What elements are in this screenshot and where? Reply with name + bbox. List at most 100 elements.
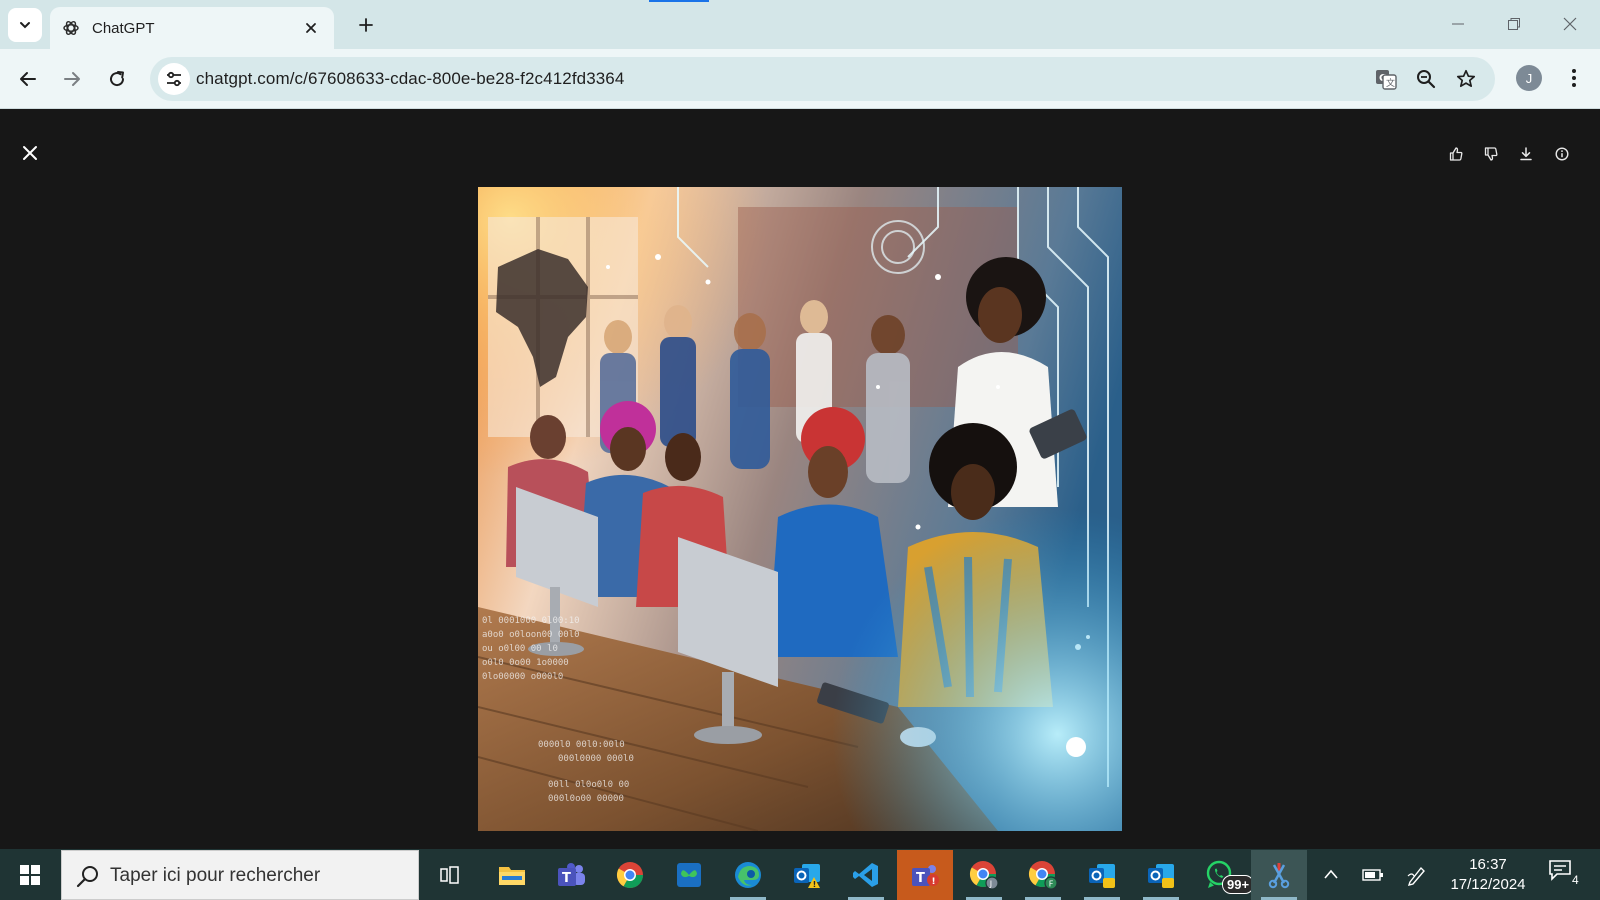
translate-icon: G文 <box>1376 70 1397 90</box>
show-hidden-icons-button[interactable] <box>1318 862 1344 888</box>
snipping-tool-icon <box>1268 863 1290 889</box>
close-icon <box>23 146 37 160</box>
chrome-icon: F <box>1028 861 1058 890</box>
thumbs-up-icon <box>1449 147 1463 161</box>
taskbar-app-outlook[interactable]: ! <box>779 850 835 900</box>
tab-search-button[interactable] <box>8 8 42 42</box>
taskbar-app-vscode[interactable] <box>838 850 894 900</box>
three-dots-icon <box>1572 69 1576 87</box>
new-tab-button[interactable] <box>352 11 380 39</box>
taskbar-app-teams[interactable]: T <box>543 850 599 900</box>
svg-text:J: J <box>989 880 992 889</box>
browser-menu-button[interactable] <box>1560 64 1588 92</box>
generated-image[interactable]: 0l 0001000 0l00:10 a0o0 o0loon00 00l0 ou… <box>478 187 1122 831</box>
vscode-icon <box>853 863 878 887</box>
reload-button[interactable] <box>101 63 133 95</box>
battery-icon <box>1362 869 1383 881</box>
reload-icon <box>110 71 125 87</box>
clock-date: 17/12/2024 <box>1450 876 1526 893</box>
notification-count: 4 <box>1570 873 1581 887</box>
taskbar-app-chrome[interactable] <box>602 850 658 900</box>
chevron-down-icon <box>20 22 30 29</box>
close-window-button[interactable] <box>1548 8 1592 40</box>
search-icon <box>76 866 98 888</box>
arrow-left-icon <box>20 72 36 86</box>
battery-button[interactable] <box>1360 862 1386 888</box>
taskbar-app-outlook-3[interactable] <box>1133 850 1189 900</box>
info-button[interactable] <box>1551 143 1573 165</box>
star-icon <box>1456 69 1476 88</box>
close-viewer-button[interactable] <box>16 139 44 167</box>
restore-icon <box>1508 18 1520 30</box>
minimize-button[interactable] <box>1436 8 1480 40</box>
restore-button[interactable] <box>1492 8 1536 40</box>
pen-icon <box>1407 866 1425 886</box>
taskbar-app-store[interactable] <box>661 850 717 900</box>
plus-icon <box>359 18 373 32</box>
system-clock[interactable]: 16:37 17/12/2024 <box>1442 855 1534 895</box>
svg-text:F: F <box>1049 880 1054 889</box>
profile-avatar[interactable]: J <box>1516 65 1542 91</box>
notification-icon <box>1549 860 1571 881</box>
pen-workspace-button[interactable] <box>1404 862 1430 888</box>
title-bar: ChatGPT <box>0 0 1600 49</box>
info-icon <box>1555 147 1569 161</box>
thumbs-down-button[interactable] <box>1480 143 1502 165</box>
site-info-button[interactable] <box>158 63 190 95</box>
outlook-icon <box>1089 864 1115 888</box>
tab-chatgpt[interactable]: ChatGPT <box>50 7 334 49</box>
taskbar-app-edge[interactable] <box>720 850 776 900</box>
zoom-out-icon <box>1417 70 1436 89</box>
url-text[interactable]: chatgpt.com/c/67608633-cdac-800e-be28-f2… <box>196 69 624 89</box>
outlook-icon: ! <box>794 864 820 889</box>
forward-button[interactable] <box>56 63 88 95</box>
search-placeholder: Taper ici pour rechercher <box>110 865 321 886</box>
download-icon <box>1520 147 1532 161</box>
bookmark-button[interactable] <box>1452 65 1480 93</box>
browser-toolbar: chatgpt.com/c/67608633-cdac-800e-be28-f2… <box>0 49 1600 109</box>
openai-logo-icon <box>62 19 80 37</box>
taskbar-app-teams-alert[interactable]: T! <box>897 850 953 900</box>
svg-text:T: T <box>562 871 571 886</box>
download-button[interactable] <box>1515 143 1537 165</box>
svg-text:文: 文 <box>1386 77 1395 89</box>
minimize-icon <box>1452 23 1464 25</box>
taskbar-app-file-explorer[interactable] <box>484 850 540 900</box>
windows-logo-icon <box>20 865 40 885</box>
taskbar-search-box[interactable]: Taper ici pour rechercher <box>61 850 419 900</box>
chrome-icon: J <box>969 861 999 890</box>
zoom-button[interactable] <box>1412 65 1440 93</box>
taskbar-app-outlook-2[interactable] <box>1074 850 1130 900</box>
svg-text:T: T <box>916 871 925 886</box>
thumbs-up-button[interactable] <box>1445 143 1467 165</box>
taskbar: Taper ici pour rechercher T ! T! J F 99+… <box>0 849 1600 900</box>
back-button[interactable] <box>12 63 44 95</box>
chrome-icon <box>616 862 644 889</box>
address-bar[interactable]: chatgpt.com/c/67608633-cdac-800e-be28-f2… <box>150 57 1495 101</box>
edge-icon <box>735 862 761 888</box>
thumbs-down-icon <box>1484 147 1498 161</box>
close-icon <box>1563 17 1577 31</box>
tab-title: ChatGPT <box>92 19 155 37</box>
image-viewer: 0l 0001000 0l00:10 a0o0 o0loon00 00l0 ou… <box>0 109 1600 849</box>
taskbar-app-whatsapp[interactable]: 99+ <box>1192 850 1255 900</box>
svg-text:!: ! <box>813 880 817 889</box>
close-icon <box>306 23 316 33</box>
translate-button[interactable]: G文 <box>1372 65 1400 93</box>
taskbar-app-chrome-profile-f[interactable]: F <box>1015 850 1071 900</box>
action-center-button[interactable]: 4 <box>1548 859 1588 891</box>
taskbar-app-chrome-profile-j[interactable]: J <box>956 850 1012 900</box>
task-view-button[interactable] <box>422 850 478 900</box>
butterfly-app-icon <box>677 863 701 887</box>
arrow-right-icon <box>64 72 80 86</box>
tab-strip-indicator <box>649 0 709 2</box>
taskbar-app-snipping-tool[interactable] <box>1251 850 1307 900</box>
start-button[interactable] <box>10 858 50 892</box>
task-view-icon <box>440 866 459 884</box>
clock-time: 16:37 <box>1469 856 1507 873</box>
outlook-icon <box>1148 864 1174 888</box>
tune-icon <box>167 71 181 87</box>
svg-text:!: ! <box>932 877 936 887</box>
teams-icon: T <box>558 863 585 886</box>
close-tab-button[interactable] <box>300 17 322 39</box>
